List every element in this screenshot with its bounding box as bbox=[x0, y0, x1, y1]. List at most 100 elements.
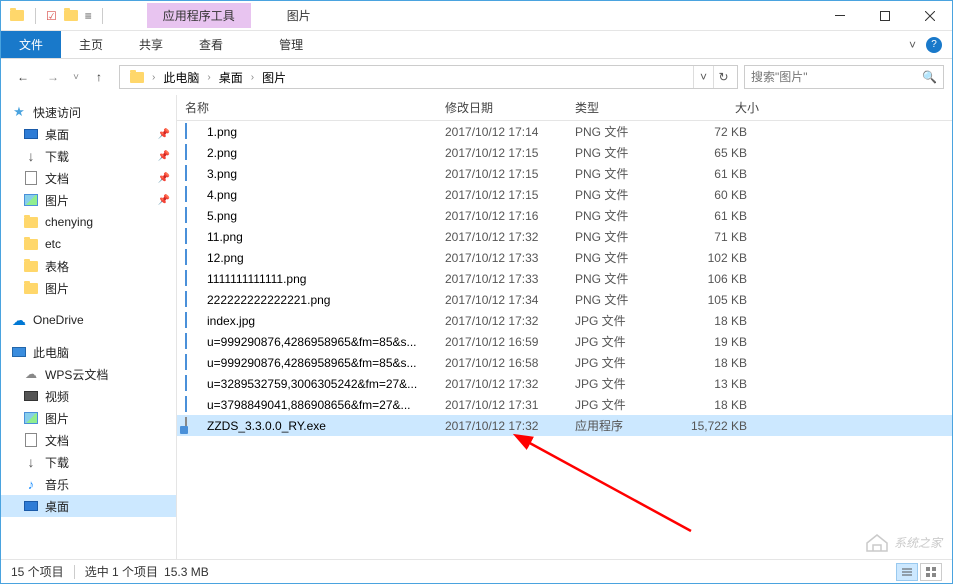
sidebar-item[interactable]: ↓下载📌 bbox=[1, 145, 176, 167]
sidebar-item[interactable]: etc bbox=[1, 233, 176, 255]
nav-recent-dropdown[interactable]: ˅ bbox=[69, 65, 83, 89]
file-row[interactable]: 5.png2017/10/12 17:16PNG 文件61 KB bbox=[177, 205, 952, 226]
tab-home[interactable]: 主页 bbox=[61, 31, 121, 58]
sidebar-item[interactable]: ♪音乐 bbox=[1, 473, 176, 495]
breadcrumb-this-pc[interactable]: 此电脑 bbox=[157, 67, 205, 88]
sidebar-item-label: 图片 bbox=[45, 192, 158, 209]
chevron-right-icon[interactable]: › bbox=[249, 72, 256, 83]
tab-file[interactable]: 文件 bbox=[1, 31, 61, 58]
video-icon bbox=[23, 388, 39, 404]
sidebar-item[interactable]: 表格 bbox=[1, 255, 176, 277]
file-date: 2017/10/12 17:16 bbox=[437, 205, 567, 227]
sidebar-item[interactable]: chenying bbox=[1, 211, 176, 233]
breadcrumb-pictures[interactable]: 图片 bbox=[256, 67, 292, 88]
titlebar-left: ☑ ≡ bbox=[1, 8, 107, 24]
img-icon bbox=[185, 187, 201, 203]
file-row[interactable]: 222222222222221.png2017/10/12 17:34PNG 文… bbox=[177, 289, 952, 310]
status-selected-size: 15.3 MB bbox=[164, 565, 209, 579]
breadcrumb-desktop[interactable]: 桌面 bbox=[213, 67, 249, 88]
sidebar-item[interactable]: 图片 bbox=[1, 407, 176, 429]
sidebar-item-label: 视频 bbox=[45, 388, 170, 405]
column-date[interactable]: 修改日期 bbox=[437, 95, 567, 120]
file-row[interactable]: index.jpg2017/10/12 17:32JPG 文件18 KB bbox=[177, 310, 952, 331]
column-type[interactable]: 类型 bbox=[567, 95, 677, 120]
nav-up-button[interactable]: ↑ bbox=[85, 65, 113, 89]
context-tab-tools[interactable]: 应用程序工具 bbox=[147, 3, 251, 28]
sidebar-item[interactable]: 图片📌 bbox=[1, 189, 176, 211]
tab-share[interactable]: 共享 bbox=[121, 31, 181, 58]
minimize-button[interactable] bbox=[817, 1, 862, 31]
qat-overflow-icon[interactable]: ≡ bbox=[85, 9, 92, 23]
file-row[interactable]: 3.png2017/10/12 17:15PNG 文件61 KB bbox=[177, 163, 952, 184]
titlebar: ☑ ≡ 应用程序工具 图片 bbox=[1, 1, 952, 31]
breadcrumb[interactable]: › 此电脑 › 桌面 › 图片 ˅ ↻ bbox=[119, 65, 738, 89]
chevron-right-icon[interactable]: › bbox=[205, 72, 212, 83]
img-icon bbox=[185, 334, 201, 350]
sidebar-item[interactable]: 文档📌 bbox=[1, 167, 176, 189]
sidebar-onedrive[interactable]: ☁ OneDrive bbox=[1, 309, 176, 331]
sidebar-item[interactable]: 文档 bbox=[1, 429, 176, 451]
sidebar-this-pc[interactable]: 此电脑 bbox=[1, 341, 176, 363]
sidebar-item-label: 下载 bbox=[45, 148, 158, 165]
file-row[interactable]: 1111111111111.png2017/10/12 17:33PNG 文件1… bbox=[177, 268, 952, 289]
nav-forward-button[interactable]: → bbox=[39, 65, 67, 89]
file-row[interactable]: ZZDS_3.3.0.0_RY.exe2017/10/12 17:32应用程序1… bbox=[177, 415, 952, 436]
column-name[interactable]: 名称 bbox=[177, 95, 437, 120]
breadcrumb-history-dropdown[interactable]: ˅ bbox=[693, 66, 713, 88]
close-button[interactable] bbox=[907, 1, 952, 31]
folder-icon bbox=[23, 258, 39, 274]
sidebar-item-label: 图片 bbox=[45, 410, 170, 427]
file-row[interactable]: 12.png2017/10/12 17:33PNG 文件102 KB bbox=[177, 247, 952, 268]
file-row[interactable]: 11.png2017/10/12 17:32PNG 文件71 KB bbox=[177, 226, 952, 247]
img-icon bbox=[185, 271, 201, 287]
tab-view[interactable]: 查看 bbox=[181, 31, 241, 58]
img-icon bbox=[185, 313, 201, 329]
qat-folder-icon[interactable] bbox=[63, 8, 79, 24]
address-bar: ← → ˅ ↑ › 此电脑 › 桌面 › 图片 ˅ ↻ 🔍 bbox=[1, 59, 952, 95]
file-size: 102 KB bbox=[677, 247, 767, 269]
search-input[interactable] bbox=[751, 70, 922, 84]
file-size: 65 KB bbox=[677, 142, 767, 164]
file-row[interactable]: u=999290876,4286958965&fm=85&s...2017/10… bbox=[177, 352, 952, 373]
sidebar-item[interactable]: 桌面 bbox=[1, 495, 176, 517]
ribbon-tabs: 文件 主页 共享 查看 管理 ˅ ? bbox=[1, 31, 952, 59]
qat-checkbox-icon[interactable]: ☑ bbox=[46, 9, 57, 23]
file-date: 2017/10/12 17:14 bbox=[437, 121, 567, 143]
tab-manage[interactable]: 管理 bbox=[261, 31, 321, 58]
pc-icon bbox=[11, 344, 27, 360]
file-row[interactable]: 4.png2017/10/12 17:15PNG 文件60 KB bbox=[177, 184, 952, 205]
view-details-button[interactable] bbox=[896, 563, 918, 581]
sidebar-item[interactable]: ↓下载 bbox=[1, 451, 176, 473]
file-name: u=999290876,4286958965&fm=85&s... bbox=[207, 356, 417, 370]
sidebar-item[interactable]: 桌面📌 bbox=[1, 123, 176, 145]
nav-back-button[interactable]: ← bbox=[9, 65, 37, 89]
column-size[interactable]: 大小 bbox=[677, 95, 767, 120]
sidebar-quick-access[interactable]: ★ 快速访问 bbox=[1, 101, 176, 123]
search-icon[interactable]: 🔍 bbox=[922, 70, 937, 84]
help-icon[interactable]: ? bbox=[926, 37, 942, 53]
search-box[interactable]: 🔍 bbox=[744, 65, 944, 89]
file-row[interactable]: u=3798849041,886908656&fm=27&...2017/10/… bbox=[177, 394, 952, 415]
chevron-right-icon[interactable]: › bbox=[150, 72, 157, 83]
file-name: 2.png bbox=[207, 146, 237, 160]
desktop-icon bbox=[23, 126, 39, 142]
breadcrumb-icon[interactable] bbox=[124, 70, 150, 85]
sidebar-item[interactable]: ☁WPS云文档 bbox=[1, 363, 176, 385]
file-size: 18 KB bbox=[677, 352, 767, 374]
sidebar-item[interactable]: 图片 bbox=[1, 277, 176, 299]
file-name: 1.png bbox=[207, 125, 237, 139]
file-row[interactable]: u=3289532759,3006305242&fm=27&...2017/10… bbox=[177, 373, 952, 394]
sidebar-item[interactable]: 视频 bbox=[1, 385, 176, 407]
maximize-button[interactable] bbox=[862, 1, 907, 31]
img-icon bbox=[185, 376, 201, 392]
pin-icon: 📌 bbox=[158, 129, 170, 140]
file-row[interactable]: u=999290876,4286958965&fm=85&s...2017/10… bbox=[177, 331, 952, 352]
file-date: 2017/10/12 17:32 bbox=[437, 415, 567, 437]
file-row[interactable]: 1.png2017/10/12 17:14PNG 文件72 KB bbox=[177, 121, 952, 142]
sidebar-item-label: etc bbox=[45, 237, 170, 251]
refresh-button[interactable]: ↻ bbox=[713, 66, 733, 88]
sidebar-item-label: chenying bbox=[45, 215, 170, 229]
file-row[interactable]: 2.png2017/10/12 17:15PNG 文件65 KB bbox=[177, 142, 952, 163]
view-icons-button[interactable] bbox=[920, 563, 942, 581]
ribbon-collapse-icon[interactable]: ˅ bbox=[909, 38, 916, 52]
